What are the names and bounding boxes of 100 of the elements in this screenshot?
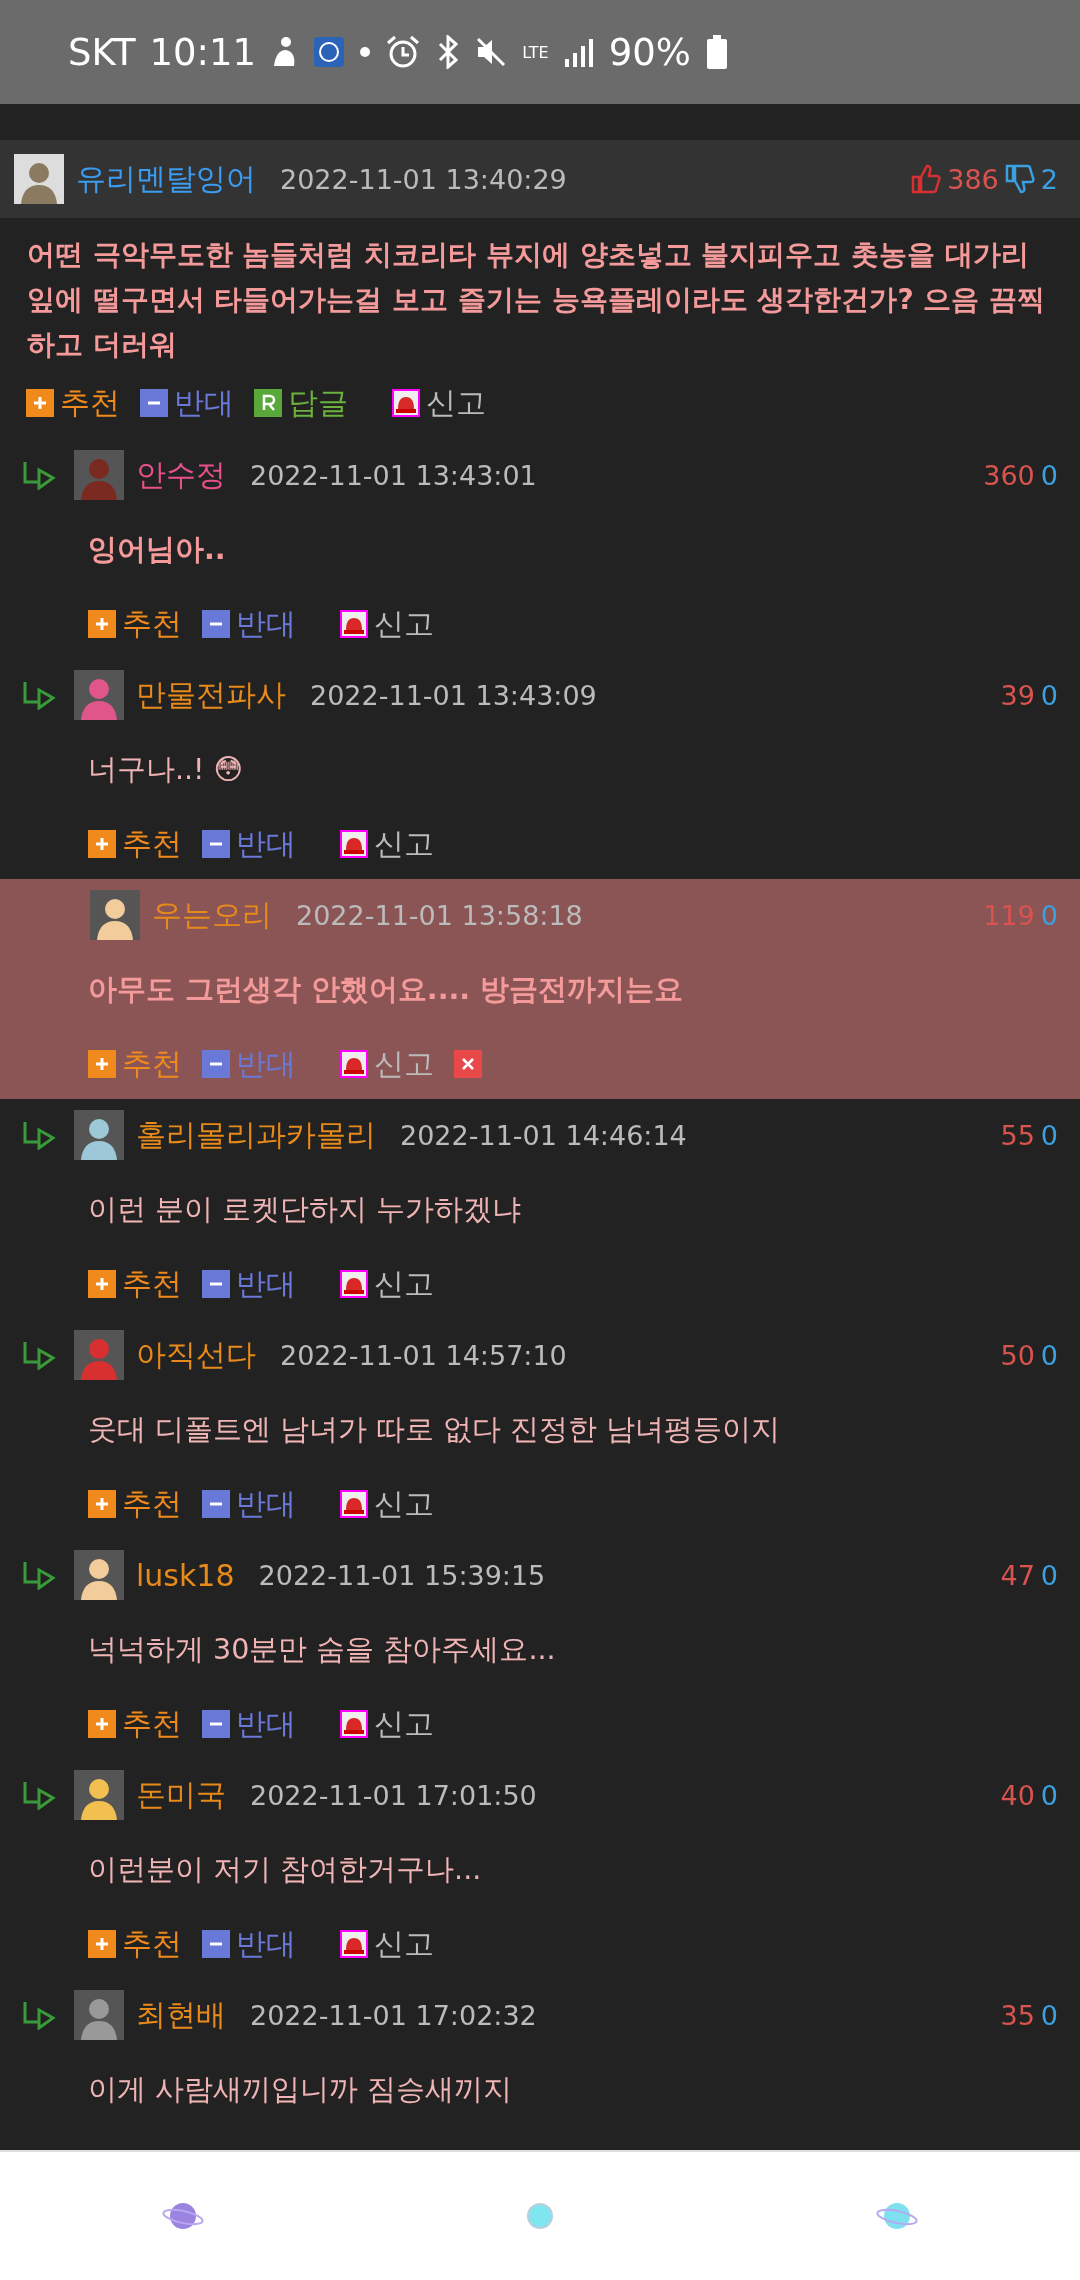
plus-icon <box>88 610 116 638</box>
reply-text: 아무도 그런생각 안했어요.... 방금전까지는요 <box>87 972 685 1008</box>
avatar-icon <box>74 1550 124 1600</box>
upvote-button[interactable]: 추천 <box>88 603 182 645</box>
plus-icon <box>88 1050 116 1078</box>
comment-text: 어떤 극악무도한 놈들처럼 치코리타 뷰지에 양초넣고 불지피우고 촛농을 대가리 잎에 떨구면서 타들어가는걸 보고 즐기는 능욕플레이라도 생각한건가? 으음 끔찍하고 더러워 <box>26 237 1047 363</box>
reply-text: 넉넉하게 30분만 숨을 참아주세요... <box>87 1632 557 1668</box>
upvote-count: 50 <box>1000 1339 1035 1371</box>
reply-text: 이런 분이 로켓단하지 누가하겠냐 <box>87 1192 523 1228</box>
username[interactable]: 유리멘탈잉어 <box>76 158 256 200</box>
username[interactable]: 만물전파사 <box>136 674 286 716</box>
minus-icon <box>202 1490 230 1518</box>
username[interactable]: 돈미국 <box>136 1774 226 1816</box>
avatar-icon <box>74 1330 124 1380</box>
upvote-button[interactable]: 추천 <box>26 382 120 424</box>
downvote-count: 0 <box>1040 1779 1058 1811</box>
username[interactable]: 아직선다 <box>136 1334 256 1376</box>
upvote-count: 119 <box>983 899 1035 931</box>
timestamp: 2022-11-01 14:57:10 <box>280 1339 567 1371</box>
report-button[interactable]: 신고 <box>340 1263 434 1305</box>
minus-icon <box>202 1930 230 1958</box>
reply-text: 이게 사람새끼입니까 짐승새끼지 <box>87 2072 514 2108</box>
timestamp: 2022-11-01 17:01:50 <box>250 1779 537 1811</box>
plus-icon <box>88 1930 116 1958</box>
upvote-button[interactable]: 추천 <box>88 1923 182 1965</box>
username[interactable]: 최현배 <box>136 1994 226 2036</box>
orb-icon[interactable] <box>526 2202 554 2230</box>
upvote-button[interactable]: 추천 <box>88 1483 182 1525</box>
siren-icon <box>340 1270 368 1298</box>
avatar-icon <box>14 154 64 204</box>
minus-icon <box>202 1710 230 1738</box>
report-button[interactable]: 신고 <box>340 1043 434 1085</box>
reply-text: 이런분이 저기 참여한거구나... <box>87 1852 483 1888</box>
alarm-icon <box>386 35 421 69</box>
upvote-count: 35 <box>1000 1999 1035 2031</box>
timestamp: 2022-11-01 13:40:29 <box>280 163 567 195</box>
siren-icon <box>340 1710 368 1738</box>
upvote-count: 40 <box>1000 1779 1035 1811</box>
report-button[interactable]: 신고 <box>340 603 434 645</box>
carrier-text: SKT <box>68 30 136 74</box>
downvote-count: 2 <box>1040 163 1058 195</box>
plus-icon <box>26 389 54 417</box>
signal-icon <box>564 37 593 67</box>
timestamp: 2022-11-01 13:58:18 <box>296 899 583 931</box>
reply-text: 너구나..! 😳 <box>87 752 245 788</box>
thumbs-down-icon <box>1004 164 1035 194</box>
avatar-icon <box>74 1990 124 2040</box>
reply-button[interactable]: 답글 <box>254 382 348 424</box>
username[interactable]: 홀리몰리과카몰리 <box>136 1114 376 1156</box>
siren-icon <box>340 1490 368 1518</box>
downvote-button[interactable]: 반대 <box>140 382 234 424</box>
report-button[interactable]: 신고 <box>340 823 434 865</box>
timestamp: 2022-11-01 14:46:14 <box>400 1119 687 1151</box>
username[interactable]: lusk18 <box>136 1557 235 1593</box>
siren-icon <box>392 389 420 417</box>
avatar-icon <box>74 1770 124 1820</box>
upvote-button[interactable]: 추천 <box>88 1703 182 1745</box>
clock-text: 10:11 <box>149 30 257 74</box>
battery-icon <box>706 35 727 69</box>
username[interactable]: 안수정 <box>136 454 226 496</box>
reply-text: 잉어님아.. <box>87 532 227 568</box>
timestamp: 2022-11-01 15:39:15 <box>258 1559 546 1591</box>
upvote-button[interactable]: 추천 <box>88 1263 182 1305</box>
report-button[interactable]: 신고 <box>392 382 486 424</box>
shield-app-icon <box>314 37 345 67</box>
plus-icon <box>88 1490 116 1518</box>
downvote-count: 0 <box>1040 1119 1058 1151</box>
dot-icon <box>360 47 371 57</box>
downvote-button[interactable]: 반대 <box>202 823 296 865</box>
downvote-button[interactable]: 반대 <box>202 1923 296 1965</box>
downvote-button[interactable]: 반대 <box>202 1703 296 1745</box>
timestamp: 2022-11-01 17:02:32 <box>250 1999 537 2031</box>
battery-text: 90% <box>608 30 691 74</box>
avatar-icon <box>74 450 124 500</box>
downvote-button[interactable]: 반대 <box>202 1263 296 1305</box>
upvote-count: 39 <box>1000 679 1035 711</box>
upvote-count: 55 <box>1000 1119 1035 1151</box>
timestamp: 2022-11-01 13:43:01 <box>250 459 537 491</box>
downvote-button[interactable]: 반대 <box>202 1483 296 1525</box>
minus-icon <box>140 389 168 417</box>
network-type-text: LTE <box>522 42 549 62</box>
plus-icon <box>88 830 116 858</box>
downvote-count: 0 <box>1040 679 1058 711</box>
report-button[interactable]: 신고 <box>340 1923 434 1965</box>
downvote-count: 0 <box>1040 1999 1058 2031</box>
reply-text: 웃대 디폴트엔 남녀가 따로 없다 진정한 남녀평등이지 <box>87 1412 782 1448</box>
minus-icon <box>202 1050 230 1078</box>
downvote-count: 0 <box>1040 899 1058 931</box>
upvote-count: 360 <box>983 459 1035 491</box>
delete-icon[interactable] <box>454 1050 482 1078</box>
mute-icon <box>476 37 507 67</box>
report-button[interactable]: 신고 <box>340 1483 434 1525</box>
report-button[interactable]: 신고 <box>340 1703 434 1745</box>
upvote-count: 47 <box>1000 1559 1035 1591</box>
downvote-count: 0 <box>1040 1559 1058 1591</box>
downvote-button[interactable]: 반대 <box>202 603 296 645</box>
timestamp: 2022-11-01 13:43:09 <box>310 679 597 711</box>
upvote-count: 386 <box>947 163 999 195</box>
upvote-button[interactable]: 추천 <box>88 823 182 865</box>
avatar-icon <box>74 670 124 720</box>
